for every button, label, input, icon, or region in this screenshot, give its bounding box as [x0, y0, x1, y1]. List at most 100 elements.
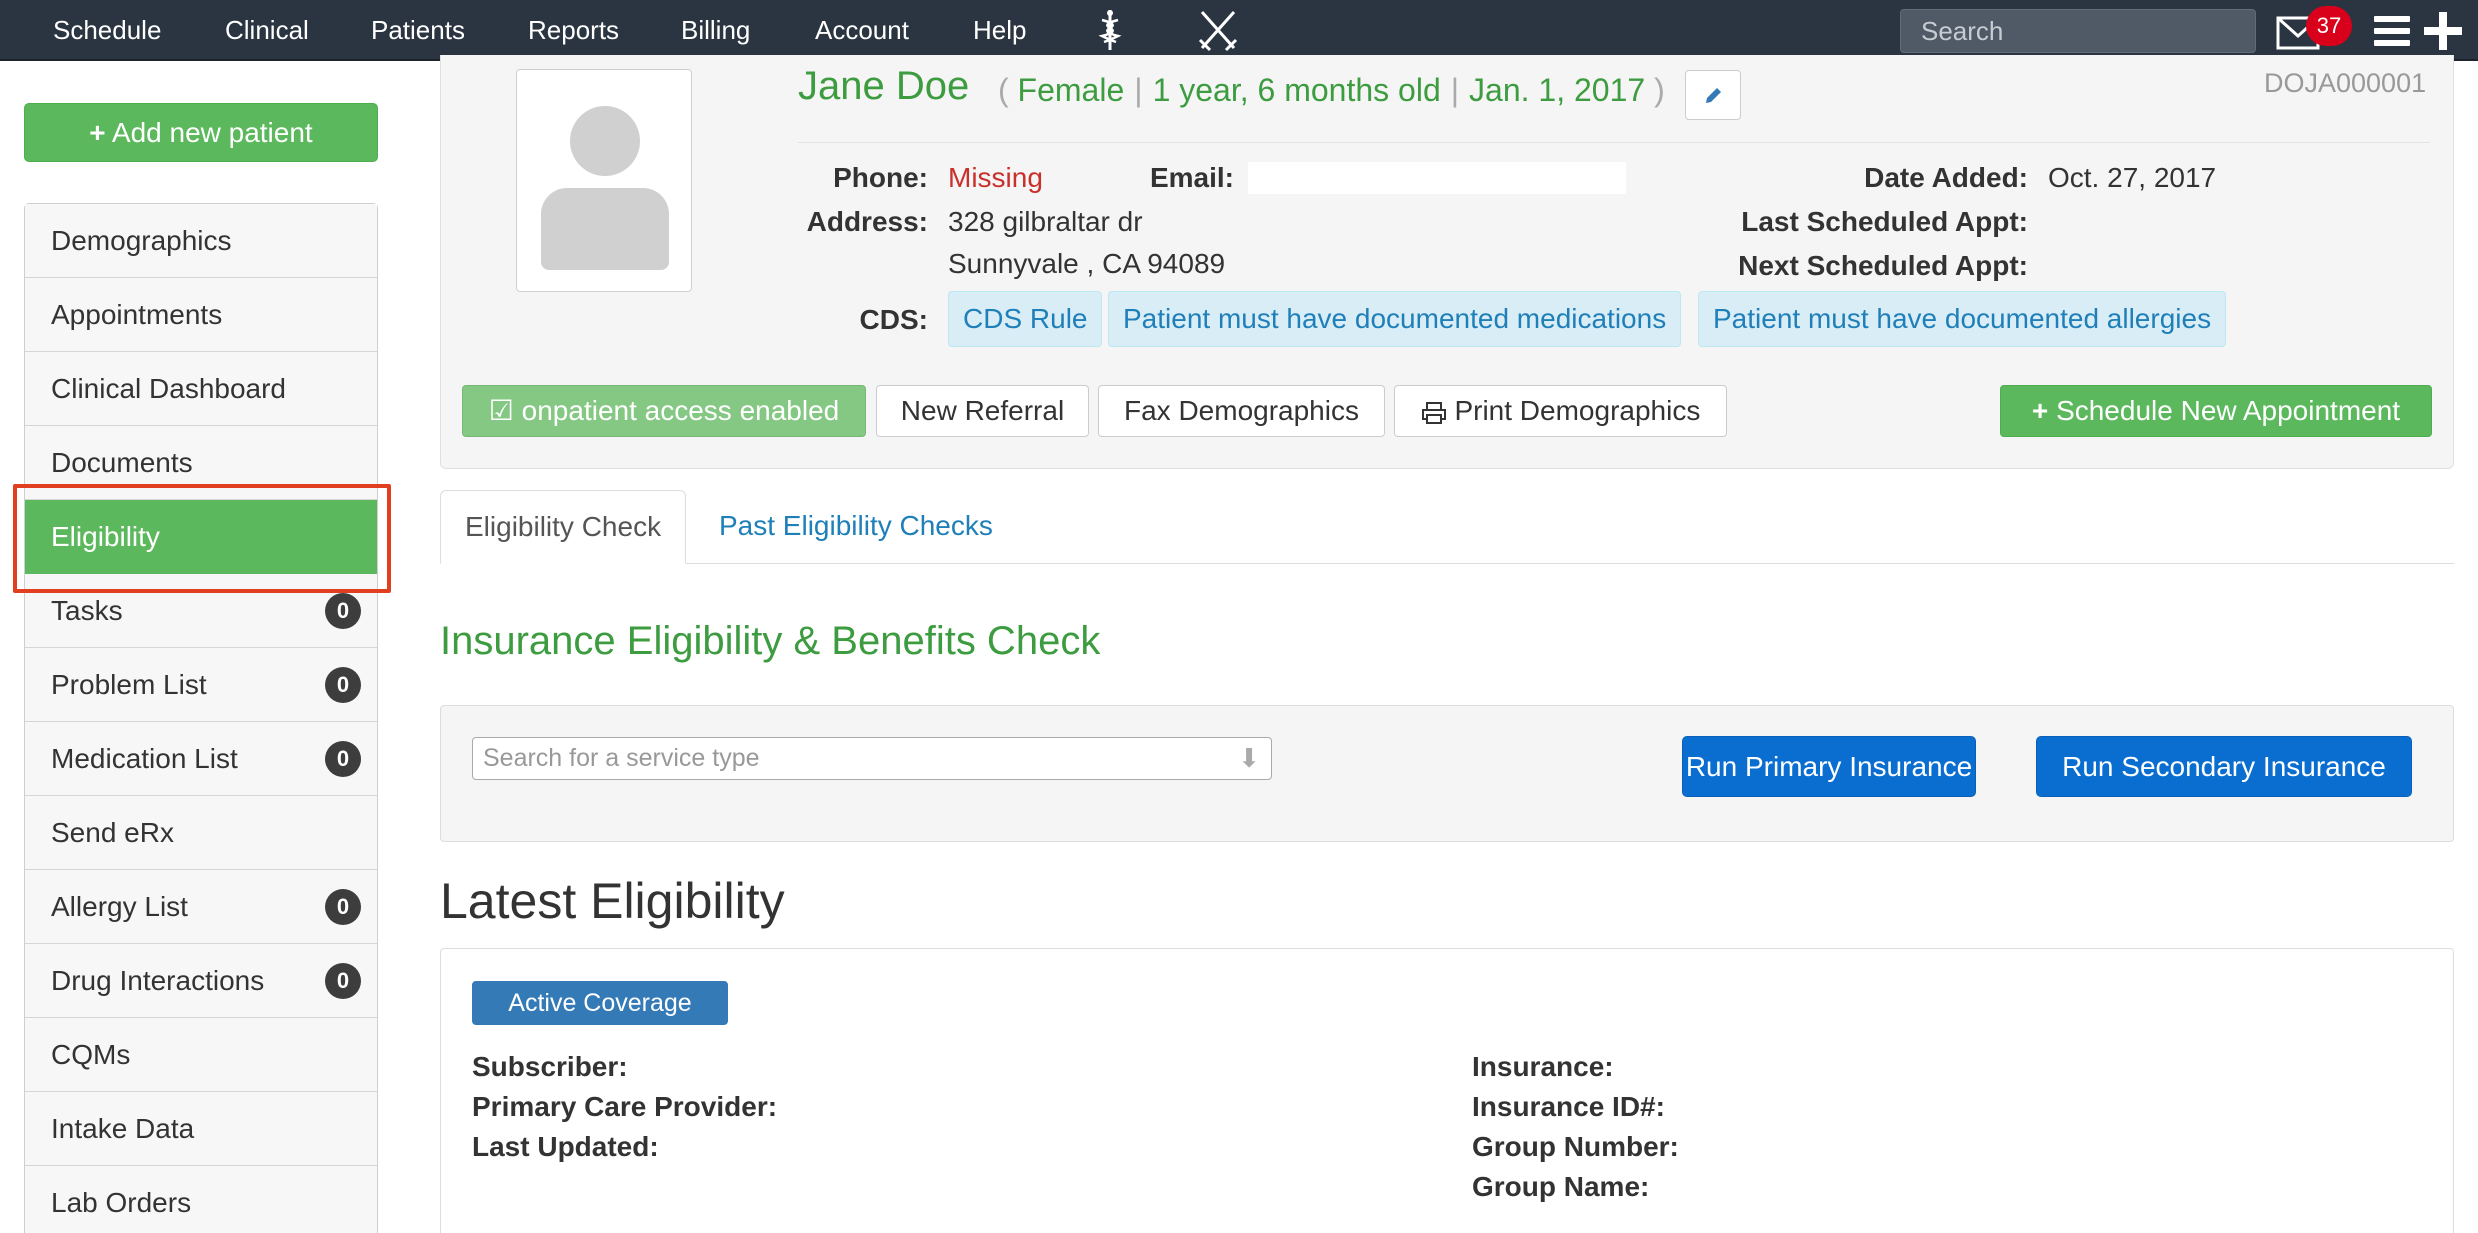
sidebar-item-label: Intake Data	[51, 1113, 195, 1144]
swords-icon[interactable]	[1198, 8, 1238, 52]
nav-clinical[interactable]: Clinical	[225, 0, 309, 61]
phone-label: Phone:	[833, 162, 928, 193]
sidebar-item-label: Drug Interactions	[51, 965, 265, 996]
count-badge: 0	[325, 963, 361, 999]
plus-icon[interactable]	[2424, 12, 2462, 50]
plus-icon: +	[89, 117, 106, 148]
sidebar-item-label: Appointments	[51, 299, 223, 330]
pencil-icon	[1706, 87, 1721, 103]
sidebar-item-allergy-list[interactable]: Allergy List 0	[25, 870, 377, 944]
patient-meta: ( Female | 1 year, 6 months old | Jan. 1, 20…	[998, 72, 1665, 108]
close-paren: )	[1654, 72, 1665, 108]
plus-icon: +	[2031, 395, 2049, 426]
new-referral-button[interactable]: New Referral	[876, 385, 1089, 437]
sidebar-item-label: Problem List	[51, 669, 207, 700]
count-badge: 0	[325, 593, 361, 629]
sidebar-item-label: Tasks	[51, 595, 123, 626]
sidebar-item-label: Send eRx	[51, 817, 174, 848]
email-label: Email:	[1149, 162, 1234, 193]
patient-id: DOJA000001	[2264, 68, 2427, 98]
divider	[798, 142, 2430, 143]
menu-icon[interactable]	[2374, 16, 2410, 46]
patient-dob: Jan. 1, 2017	[1469, 72, 1646, 108]
patient-sex: Female	[1017, 72, 1125, 108]
latest-eligibility-title: Latest Eligibility	[440, 873, 785, 929]
service-type-select[interactable]: Search for a service type ⬇	[472, 737, 1272, 780]
last-updated-label: Last Updated:	[472, 1131, 659, 1162]
sidebar-item-label: Lab Orders	[51, 1187, 192, 1218]
sidebar-item-label: Medication List	[51, 743, 238, 774]
mail-count-badge: 37	[2306, 6, 2352, 46]
group-number-label: Group Number:	[1472, 1131, 1679, 1162]
nav-reports[interactable]: Reports	[528, 0, 619, 61]
date-added-value: Oct. 27, 2017	[2048, 162, 2217, 193]
sidebar-item-clinical-dashboard[interactable]: Clinical Dashboard	[25, 352, 377, 426]
sidebar-item-problem-list[interactable]: Problem List 0	[25, 648, 377, 722]
nav-patients[interactable]: Patients	[371, 0, 465, 61]
top-nav: Schedule Clinical Patients Reports Billi…	[0, 0, 2478, 61]
next-appt-label: Next Scheduled Appt:	[1738, 250, 2028, 281]
patient-sidebar: Demographics Appointments Clinical Dashb…	[24, 203, 378, 1233]
add-new-patient-button[interactable]: + Add new patient	[24, 103, 378, 162]
sidebar-item-demographics[interactable]: Demographics	[25, 204, 377, 278]
patient-name: Jane Doe	[798, 64, 970, 108]
caduceus-icon[interactable]	[1092, 8, 1128, 52]
tab-past-eligibility-checks[interactable]: Past Eligibility Checks	[695, 490, 1017, 564]
selection-highlight	[13, 484, 391, 593]
nav-account[interactable]: Account	[815, 0, 909, 61]
avatar	[516, 69, 692, 292]
phone-value: Missing	[948, 162, 1043, 193]
subscriber-label: Subscriber:	[472, 1051, 628, 1082]
insurance-label: Insurance:	[1472, 1051, 1614, 1082]
sidebar-item-label: Clinical Dashboard	[51, 373, 287, 404]
pcp-label: Primary Care Provider:	[472, 1091, 778, 1122]
cds-tag-rule[interactable]: CDS Rule	[948, 291, 1103, 347]
address-line1: 328 gilbraltar dr	[948, 206, 1143, 237]
nav-schedule[interactable]: Schedule	[53, 0, 161, 61]
check-square-icon: ☑	[488, 395, 514, 426]
sidebar-item-label: Allergy List	[51, 891, 188, 922]
address-line2: Sunnyvale , CA 94089	[948, 248, 1226, 279]
sidebar-item-label: CQMs	[51, 1039, 131, 1070]
sidebar-item-intake-data[interactable]: Intake Data	[25, 1092, 377, 1166]
count-badge: 0	[325, 741, 361, 777]
email-value	[1248, 162, 1626, 194]
schedule-new-appointment-button[interactable]: + Schedule New Appointment	[2000, 385, 2432, 437]
nav-help[interactable]: Help	[973, 0, 1026, 61]
print-demographics-label: Print Demographics	[1454, 395, 1701, 426]
date-added-label: Date Added:	[1864, 162, 2028, 193]
printer-icon	[1421, 395, 1455, 426]
edit-patient-button[interactable]	[1685, 70, 1741, 120]
status-badge: Active Coverage	[472, 981, 728, 1025]
tab-eligibility-check[interactable]: Eligibility Check	[440, 490, 687, 564]
run-primary-insurance-button[interactable]: Run Primary Insurance	[1682, 736, 1976, 797]
arrow-down-icon: ⬇	[1238, 743, 1260, 773]
nav-billing[interactable]: Billing	[681, 0, 750, 61]
sidebar-item-label: Documents	[51, 447, 193, 478]
count-badge: 0	[325, 667, 361, 703]
search-input[interactable]: Search	[1900, 9, 2256, 53]
cds-label: CDS:	[859, 304, 928, 335]
open-paren: (	[998, 72, 1009, 108]
insurance-id-label: Insurance ID#:	[1472, 1091, 1665, 1122]
onpatient-access-button[interactable]: ☑ onpatient access enabled	[462, 385, 866, 437]
sidebar-item-medication-list[interactable]: Medication List 0	[25, 722, 377, 796]
onpatient-label: onpatient access enabled	[521, 395, 840, 426]
sidebar-item-cqms[interactable]: CQMs	[25, 1018, 377, 1092]
last-appt-label: Last Scheduled Appt:	[1741, 206, 2028, 237]
address-label: Address:	[806, 206, 928, 237]
section-title: Insurance Eligibility & Benefits Check	[440, 619, 1101, 663]
cds-tag-medications[interactable]: Patient must have documented medications	[1108, 291, 1682, 347]
group-name-label: Group Name:	[1472, 1171, 1650, 1202]
schedule-new-label: Schedule New Appointment	[2056, 395, 2401, 426]
print-demographics-button[interactable]: Print Demographics	[1394, 385, 1727, 437]
sidebar-item-label: Demographics	[51, 225, 232, 256]
sidebar-item-lab-orders[interactable]: Lab Orders	[25, 1166, 377, 1233]
sidebar-item-appointments[interactable]: Appointments	[25, 278, 377, 352]
sidebar-item-send-erx[interactable]: Send eRx	[25, 796, 377, 870]
sidebar-item-drug-interactions[interactable]: Drug Interactions 0	[25, 944, 377, 1018]
cds-tag-allergies[interactable]: Patient must have documented allergies	[1698, 291, 2227, 347]
fax-demographics-button[interactable]: Fax Demographics	[1098, 385, 1385, 437]
count-badge: 0	[325, 889, 361, 925]
run-secondary-insurance-button[interactable]: Run Secondary Insurance	[2036, 736, 2412, 797]
